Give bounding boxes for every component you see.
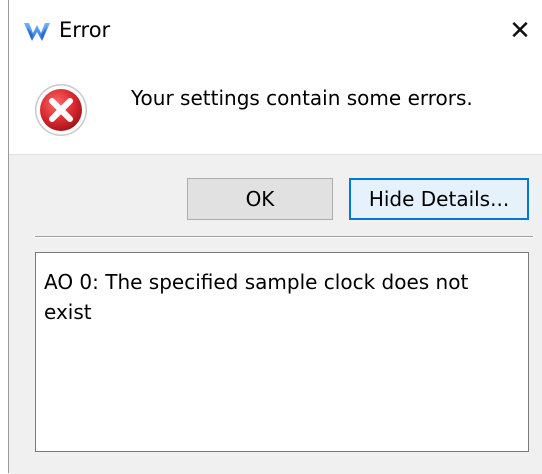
app-logo-icon [24, 23, 50, 41]
close-button[interactable]: ✕ [503, 14, 537, 48]
message-area: Your settings contain some errors. [9, 64, 542, 154]
window-title: Error [59, 18, 111, 42]
hide-details-button[interactable]: Hide Details... [349, 178, 529, 220]
title-bar[interactable]: Error ✕ [9, 0, 542, 64]
separator [35, 236, 533, 237]
dialog-lower-panel: OK Hide Details... AO 0: The specified s… [9, 154, 542, 474]
error-icon [35, 84, 87, 136]
error-dialog: Error ✕ Your settings contain some error… [8, 0, 542, 474]
ok-button[interactable]: OK [187, 178, 333, 220]
error-message: Your settings contain some errors. [131, 86, 473, 110]
close-icon: ✕ [509, 16, 531, 46]
details-text-box[interactable]: AO 0: The specified sample clock does no… [35, 252, 529, 452]
